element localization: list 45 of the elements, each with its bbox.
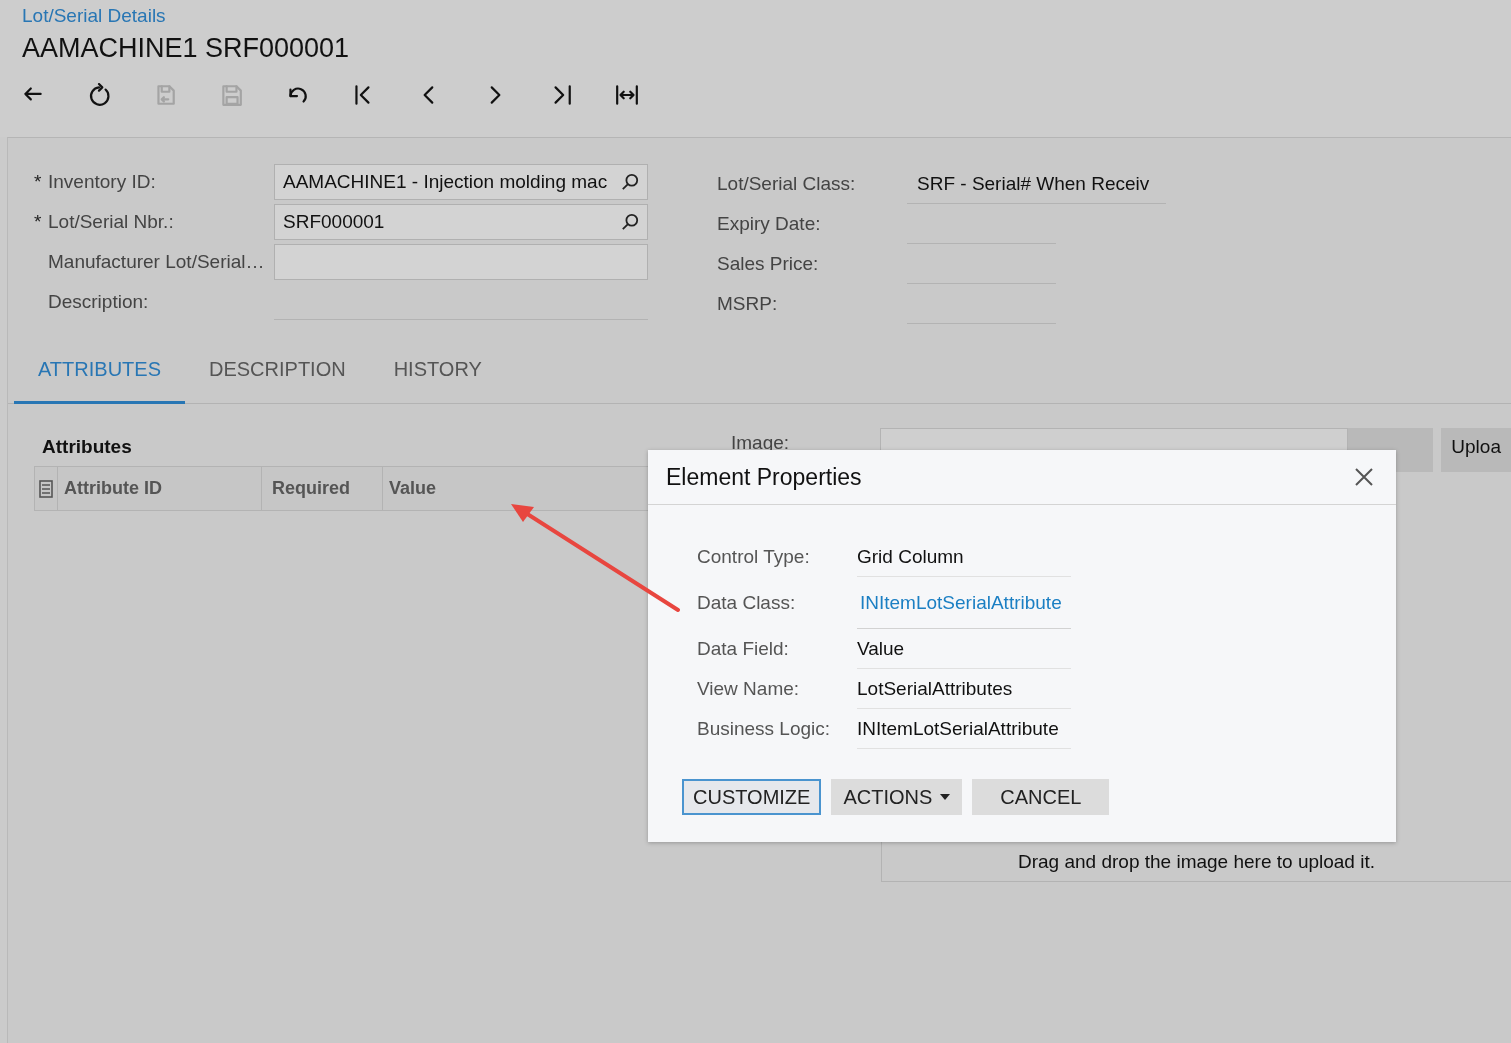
field-label: Lot/Serial Nbr.: (48, 211, 175, 233)
section-title: Attributes (41, 435, 133, 459)
property-value: Grid Column (857, 537, 1071, 577)
column-header[interactable]: Value (383, 467, 437, 510)
data-class-link[interactable]: INItemLotSerialAttribute (857, 577, 1071, 629)
column-header[interactable]: Required (262, 467, 383, 510)
dialog-button[interactable]: ACTIONS (831, 779, 963, 815)
search-icon[interactable] (621, 213, 639, 231)
property-label: Control Type: (697, 546, 811, 568)
field-label: Expiry Date: (717, 213, 822, 235)
field-label: Inventory ID: (48, 171, 157, 193)
column-chooser-icon[interactable] (39, 479, 53, 498)
page-title: AAMACHINE1 SRF000001 (22, 32, 351, 65)
property-label: View Name: (697, 678, 801, 700)
caret-icon (940, 794, 951, 800)
tab[interactable]: DESCRIPTION (184, 338, 370, 404)
lookup-field[interactable]: AAMACHINE1 - Injection molding mac (274, 164, 648, 200)
tab[interactable]: HISTORY (369, 338, 506, 404)
property-label: Data Field: (697, 638, 790, 660)
column-header[interactable]: Attribute ID (58, 467, 262, 510)
drop-hint: Drag and drop the image here to upload it. (1018, 851, 1375, 873)
required-mark: * (34, 171, 43, 193)
dialog-button[interactable]: CANCEL (972, 779, 1110, 815)
property-value: LotSerialAttributes (857, 669, 1071, 709)
search-icon[interactable] (621, 173, 639, 191)
close-icon[interactable] (1354, 467, 1374, 487)
field-label: Sales Price: (717, 253, 820, 275)
field-label: Description: (48, 291, 150, 313)
input-field[interactable]: SRF - Serial# When Receiv (907, 164, 1166, 204)
property-value: Value (857, 629, 1071, 669)
field-label: Manufacturer Lot/Serial… (48, 251, 266, 273)
property-value: INItemLotSerialAttribute (857, 709, 1071, 749)
upload-button[interactable]: Uploa (1441, 428, 1511, 472)
dialog-title: Element Properties (666, 463, 862, 491)
lookup-field[interactable]: SRF000001 (274, 204, 648, 240)
fit-width-icon (614, 83, 640, 107)
breadcrumb-link[interactable]: Lot/Serial Details (22, 4, 1511, 28)
field-label: Lot/Serial Class: (717, 173, 857, 195)
property-label: Business Logic: (697, 718, 832, 740)
input-field[interactable] (274, 244, 648, 280)
property-label: Data Class: (697, 592, 797, 614)
field-label: MSRP: (717, 293, 779, 315)
tab[interactable]: ATTRIBUTES (14, 338, 185, 404)
dialog-button[interactable]: CUSTOMIZE (682, 779, 822, 815)
required-mark: * (34, 211, 43, 233)
